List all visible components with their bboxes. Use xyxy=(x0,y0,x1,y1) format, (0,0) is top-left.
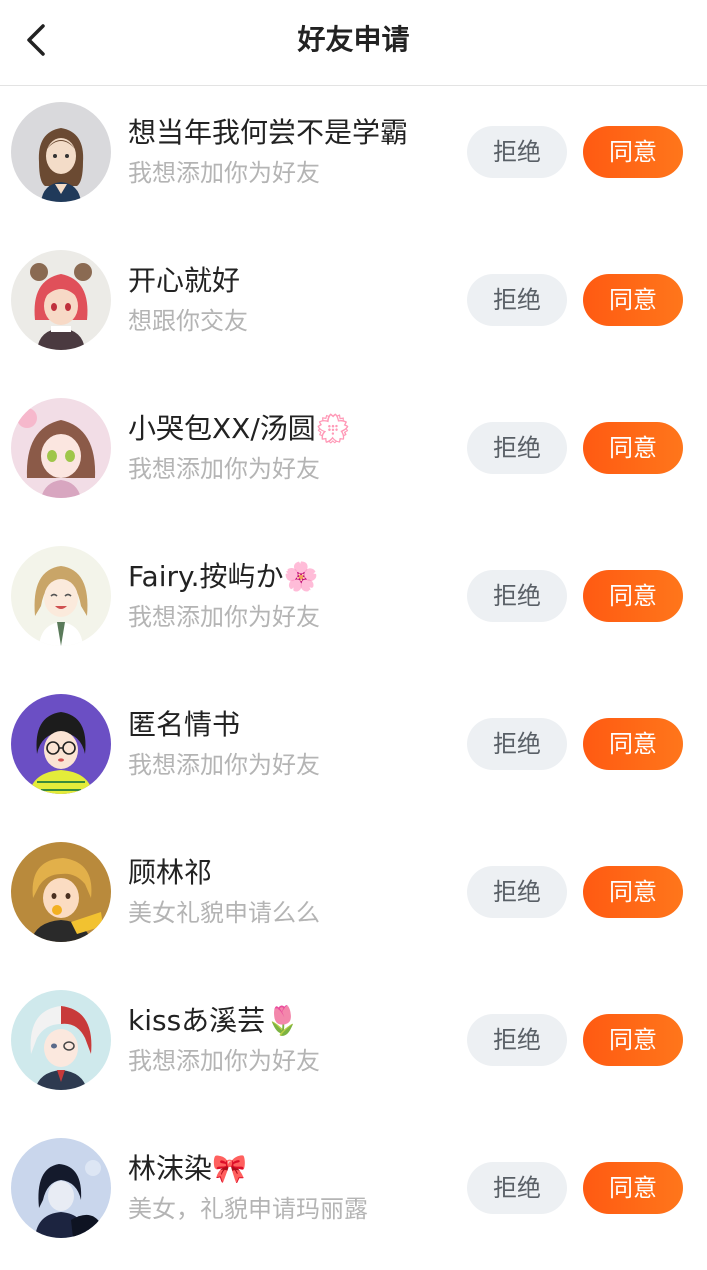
accept-button[interactable]: 同意 xyxy=(583,866,683,918)
friend-request-list: 想当年我何尝不是学霸 我想添加你为好友 拒绝 同意 开心就好 想跟你交友 拒绝 … xyxy=(0,86,707,1270)
friend-request-row: 林沫染🎀 美女，礼貌申请玛丽露 拒绝 同意 xyxy=(0,1122,707,1270)
reject-button[interactable]: 拒绝 xyxy=(467,274,567,326)
reject-button[interactable]: 拒绝 xyxy=(467,866,567,918)
reject-button[interactable]: 拒绝 xyxy=(467,126,567,178)
accept-button[interactable]: 同意 xyxy=(583,1162,683,1214)
avatar[interactable] xyxy=(11,842,111,942)
avatar[interactable] xyxy=(11,546,111,646)
request-message: 我想添加你为好友 xyxy=(128,159,320,187)
accept-button[interactable]: 同意 xyxy=(583,422,683,474)
request-message: 美女，礼貌申请玛丽露 xyxy=(128,1195,368,1223)
request-message: 我想添加你为好友 xyxy=(128,751,320,779)
request-message: 我想添加你为好友 xyxy=(128,455,320,483)
avatar[interactable] xyxy=(11,102,111,202)
reject-button[interactable]: 拒绝 xyxy=(467,718,567,770)
avatar[interactable] xyxy=(11,1138,111,1238)
friend-request-row: 小哭包XX/汤圆💮 我想添加你为好友 拒绝 同意 xyxy=(0,382,707,530)
friend-request-row: 匿名情书 我想添加你为好友 拒绝 同意 xyxy=(0,678,707,826)
requester-name: 匿名情书 xyxy=(128,708,241,741)
friend-request-row: 想当年我何尝不是学霸 我想添加你为好友 拒绝 同意 xyxy=(0,86,707,234)
reject-button[interactable]: 拒绝 xyxy=(467,570,567,622)
request-message: 我想添加你为好友 xyxy=(128,603,320,631)
accept-button[interactable]: 同意 xyxy=(583,274,683,326)
avatar[interactable] xyxy=(11,694,111,794)
requester-name: 开心就好 xyxy=(128,264,241,297)
accept-button[interactable]: 同意 xyxy=(583,1014,683,1066)
friend-request-row: Fairy.按屿か🌸 我想添加你为好友 拒绝 同意 xyxy=(0,530,707,678)
requester-name: Fairy.按屿か🌸 xyxy=(128,560,319,593)
requester-name: kissあ溪芸🌷 xyxy=(128,1004,301,1037)
reject-button[interactable]: 拒绝 xyxy=(467,1162,567,1214)
avatar[interactable] xyxy=(11,250,111,350)
accept-button[interactable]: 同意 xyxy=(583,570,683,622)
accept-button[interactable]: 同意 xyxy=(583,718,683,770)
friend-request-row: kissあ溪芸🌷 我想添加你为好友 拒绝 同意 xyxy=(0,974,707,1122)
request-message: 美女礼貌申请么么 xyxy=(128,899,320,927)
accept-button[interactable]: 同意 xyxy=(583,126,683,178)
requester-name: 顾林祁 xyxy=(128,856,213,889)
friend-request-row: 顾林祁 美女礼貌申请么么 拒绝 同意 xyxy=(0,826,707,974)
reject-button[interactable]: 拒绝 xyxy=(467,1014,567,1066)
reject-button[interactable]: 拒绝 xyxy=(467,422,567,474)
app-header: 好友申请 xyxy=(0,0,707,86)
avatar[interactable] xyxy=(11,990,111,1090)
requester-name: 小哭包XX/汤圆💮 xyxy=(128,412,351,445)
requester-name: 想当年我何尝不是学霸 xyxy=(128,116,409,149)
friend-request-row: 开心就好 想跟你交友 拒绝 同意 xyxy=(0,234,707,382)
page-title: 好友申请 xyxy=(297,23,410,56)
request-message: 想跟你交友 xyxy=(128,307,248,335)
avatar[interactable] xyxy=(11,398,111,498)
request-message: 我想添加你为好友 xyxy=(128,1047,320,1075)
requester-name: 林沫染🎀 xyxy=(128,1152,247,1185)
